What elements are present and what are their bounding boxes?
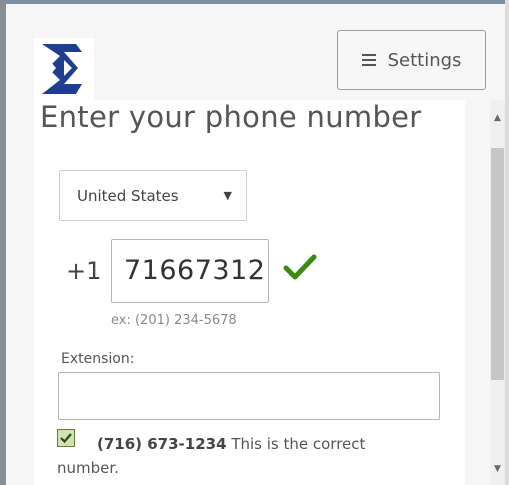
confirm-number-text: (716) 673-1234 This is the correct numbe…	[57, 432, 412, 480]
country-select[interactable]: United States ▼	[59, 170, 247, 221]
window-right-border	[505, 0, 509, 485]
extension-label: Extension:	[61, 351, 135, 367]
confirm-phone-number: (716) 673-1234	[97, 435, 227, 453]
chevron-down-icon: ▼	[223, 189, 232, 202]
company-logo-icon	[34, 38, 94, 100]
phone-example-hint: ex: (201) 234-5678	[111, 313, 237, 328]
phone-number-input[interactable]: 71667312	[111, 239, 269, 303]
checkbox-check-icon	[60, 433, 72, 444]
confirm-number-checkbox[interactable]	[57, 429, 75, 447]
menu-icon	[361, 54, 376, 66]
page-title: Enter your phone number	[40, 100, 422, 134]
country-select-value: United States	[77, 186, 179, 205]
extension-input[interactable]	[58, 372, 440, 420]
scroll-down-icon[interactable]: ▼	[494, 464, 501, 474]
scroll-up-icon[interactable]: ▲	[494, 113, 501, 123]
settings-button-label: Settings	[387, 49, 462, 71]
scrollbar-thumb[interactable]	[491, 148, 504, 380]
country-code: +1	[66, 257, 102, 285]
settings-button[interactable]: Settings	[337, 30, 486, 90]
checkmark-icon	[283, 254, 317, 280]
